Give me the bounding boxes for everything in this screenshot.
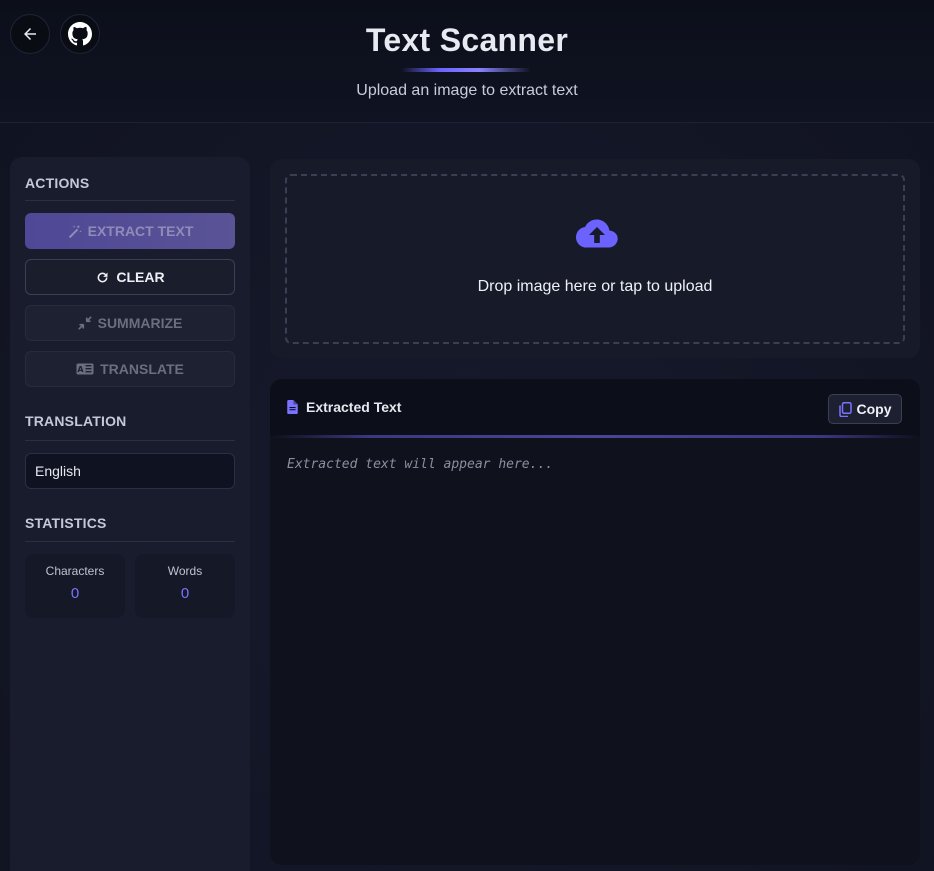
words-value: 0	[180, 585, 190, 602]
header: Text Scanner Upload an image to extract …	[0, 0, 934, 123]
translate-label: TRANSLATE	[100, 361, 184, 377]
summarize-label: SUMMARIZE	[97, 315, 183, 331]
language-select[interactable]: English	[25, 453, 235, 489]
statistics-title: STATISTICS	[25, 515, 107, 531]
upload-dropzone[interactable]: Drop image here or tap to upload	[285, 174, 905, 344]
upload-card: Drop image here or tap to upload	[270, 159, 920, 358]
output-header: Extracted Text Copy	[270, 379, 920, 437]
translate-button[interactable]: A TRANSLATE	[25, 351, 235, 387]
copy-button[interactable]: Copy	[828, 394, 902, 424]
magic-wand-icon	[68, 224, 82, 238]
clear-label: CLEAR	[116, 269, 165, 285]
output-title-label: Extracted Text	[306, 399, 402, 415]
compress-icon	[78, 316, 92, 330]
language-icon: A	[76, 363, 94, 375]
title-underline	[401, 68, 531, 72]
actions-divider	[25, 200, 235, 201]
words-stat: Words 0	[135, 554, 235, 618]
sidebar: ACTIONS EXTRACT TEXT CLEAR SUMMARIZE A T…	[10, 157, 250, 871]
output-card: Extracted Text Copy	[270, 379, 920, 865]
words-label: Words	[167, 564, 203, 578]
page-title: Text Scanner	[365, 22, 569, 58]
copy-icon	[838, 401, 852, 417]
translation-title: TRANSLATION	[25, 413, 127, 429]
page-subtitle: Upload an image to extract text	[356, 82, 578, 99]
extract-text-label: EXTRACT TEXT	[87, 223, 194, 239]
copy-label: Copy	[856, 401, 892, 417]
output-title: Extracted Text	[287, 399, 401, 415]
svg-text:A: A	[78, 365, 85, 374]
extracted-text-area[interactable]	[287, 457, 903, 847]
output-divider	[270, 435, 920, 438]
clear-button[interactable]: CLEAR	[25, 259, 235, 295]
cloud-upload-icon	[576, 219, 618, 248]
document-icon	[287, 400, 298, 414]
upload-prompt: Drop image here or tap to upload	[477, 278, 713, 295]
translation-divider	[25, 440, 235, 441]
page: Text Scanner Upload an image to extract …	[0, 0, 934, 871]
language-selected-value: English	[35, 463, 81, 479]
actions-title: ACTIONS	[25, 175, 90, 191]
summarize-button[interactable]: SUMMARIZE	[25, 305, 235, 341]
extract-text-button[interactable]: EXTRACT TEXT	[25, 213, 235, 249]
characters-stat: Characters 0	[25, 554, 125, 618]
refresh-icon	[97, 272, 108, 282]
statistics-divider	[25, 541, 235, 542]
characters-value: 0	[70, 585, 80, 602]
characters-label: Characters	[45, 564, 105, 578]
